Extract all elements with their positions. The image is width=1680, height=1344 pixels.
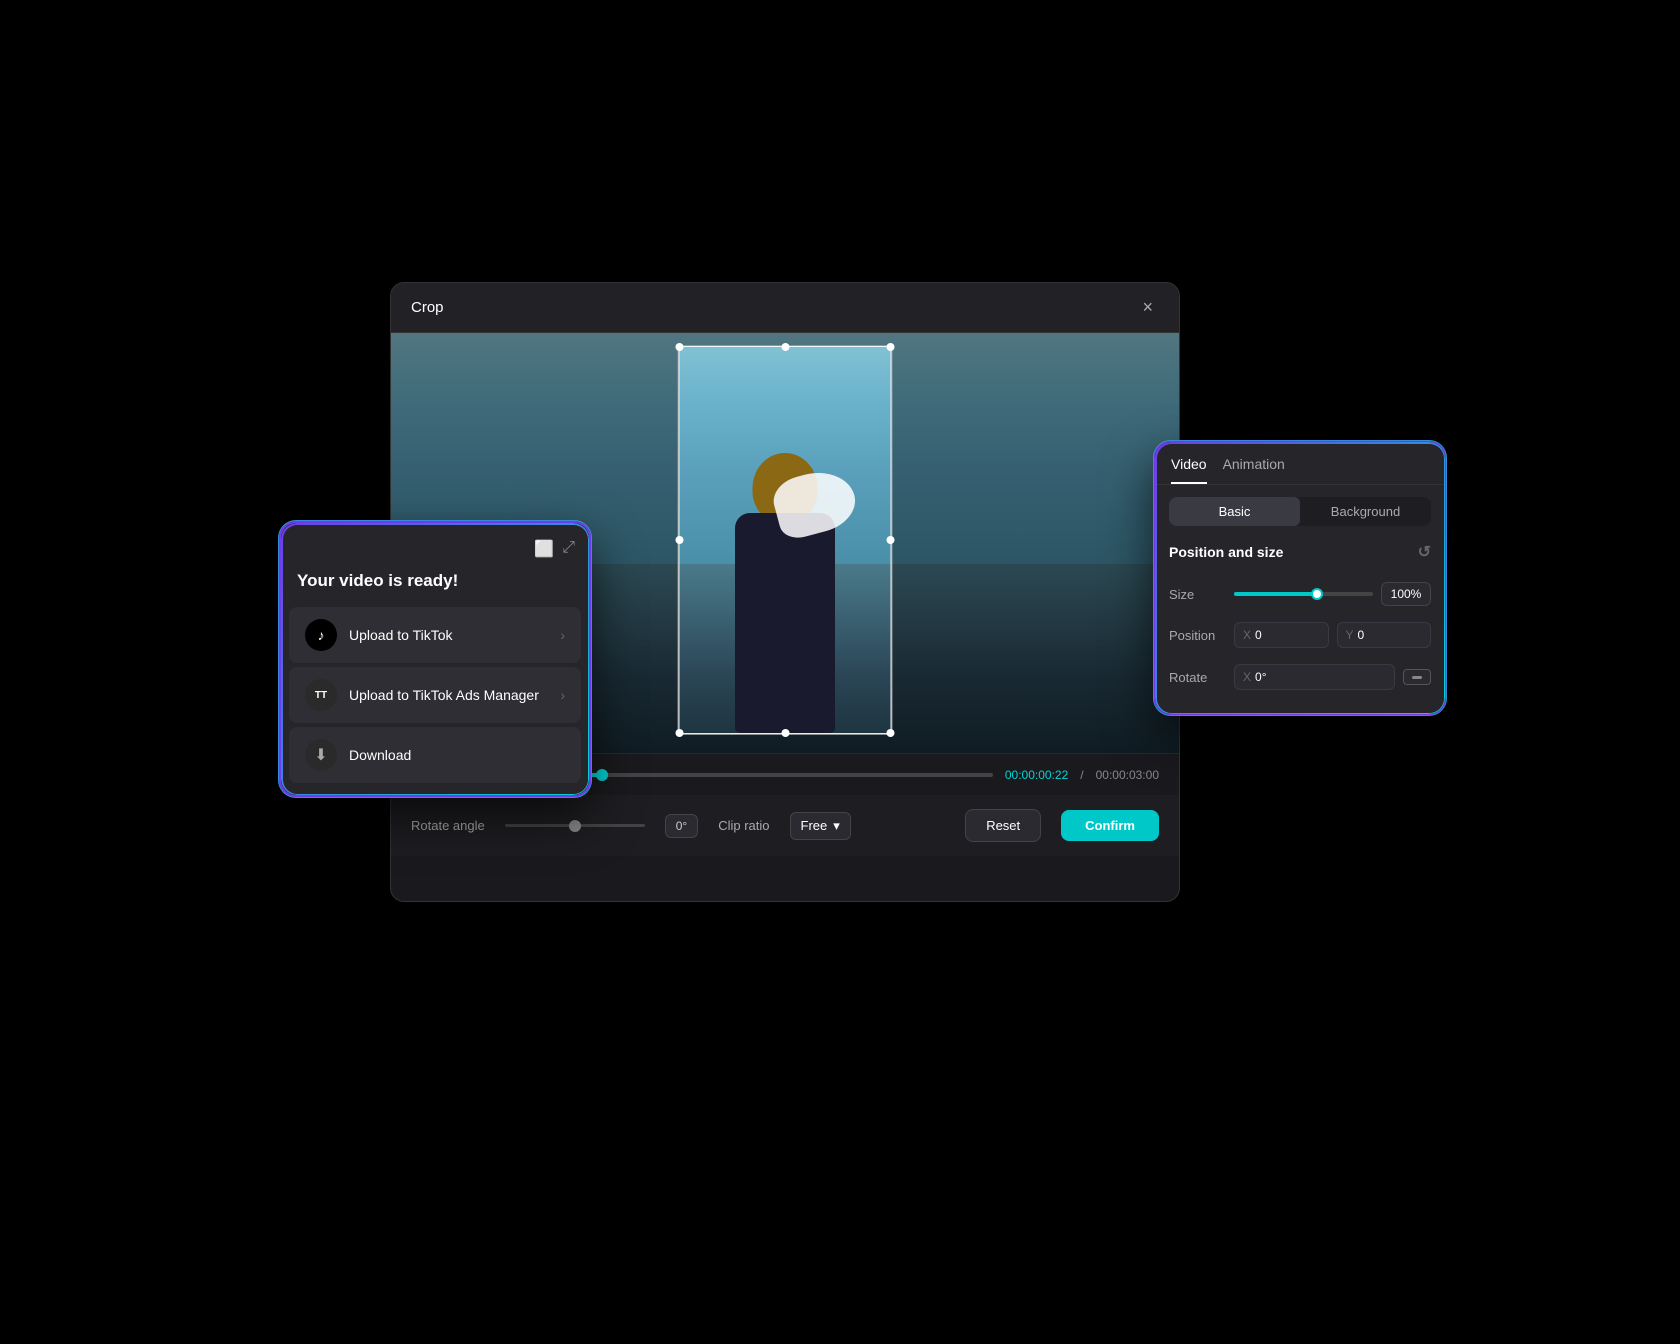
rotate-angle-track[interactable] (505, 824, 645, 827)
upload-tiktok-label: Upload to TikTok (349, 627, 548, 643)
position-size-label: Position and size (1169, 544, 1283, 560)
tab-video[interactable]: Video (1171, 456, 1207, 484)
pos-y-value: 0 (1358, 628, 1365, 642)
chevron-down-icon: ▾ (833, 818, 840, 834)
download-label: Download (349, 747, 565, 763)
crop-overlay[interactable] (678, 345, 893, 735)
rotate-x-field[interactable]: X 0° (1234, 664, 1395, 690)
crop-dialog-title: Crop (411, 299, 444, 316)
rotate-row: Rotate X 0° (1155, 656, 1445, 698)
clip-ratio-dropdown[interactable]: Free ▾ (790, 812, 851, 840)
size-value[interactable]: 100% (1381, 582, 1431, 606)
time-separator: / (1080, 768, 1083, 782)
expand-icon[interactable]: ⤢ (562, 539, 575, 559)
crop-handle-middle-left[interactable] (676, 536, 684, 544)
size-slider-container: 100% (1234, 582, 1431, 606)
rotate-fields: X 0° (1234, 664, 1431, 690)
properties-tabs: Video Animation (1155, 442, 1445, 485)
chevron-right-ads-icon: › (560, 687, 565, 703)
tiktok-icon: ♪ (305, 619, 337, 651)
subtitle-icon[interactable]: ⬜ (534, 539, 554, 559)
time-total: 00:00:03:00 (1096, 768, 1159, 782)
position-x-field[interactable]: X 0 (1234, 622, 1329, 648)
section-background-button[interactable]: Background (1300, 497, 1431, 526)
reset-button[interactable]: Reset (965, 809, 1041, 842)
position-row: Position X 0 Y 0 (1155, 614, 1445, 656)
size-thumb[interactable] (1311, 588, 1323, 600)
crop-handle-bottom-center[interactable] (781, 729, 789, 737)
panel-icons-row: ⬜ ⤢ (281, 539, 589, 567)
crop-handle-top-left[interactable] (676, 343, 684, 351)
video-ready-panel: ⬜ ⤢ Your video is ready! ♪ Upload to Tik… (280, 522, 590, 796)
confirm-button[interactable]: Confirm (1061, 810, 1159, 841)
tab-animation[interactable]: Animation (1223, 456, 1285, 484)
rotate-angle-slider-container (505, 824, 645, 827)
section-buttons: Basic Background (1169, 497, 1431, 526)
tiktok-ads-icon: TT (305, 679, 337, 711)
crop-handle-bottom-left[interactable] (676, 729, 684, 737)
crop-controls: Rotate angle 0° Clip ratio Free ▾ Reset … (391, 795, 1179, 856)
pos-x-label: X (1243, 628, 1251, 642)
upload-tiktok-ads-label: Upload to TikTok Ads Manager (349, 687, 548, 703)
crop-handle-top-center[interactable] (781, 343, 789, 351)
time-current: 00:00:00:22 (1005, 768, 1068, 782)
clip-ratio-label: Clip ratio (718, 818, 769, 833)
position-y-field[interactable]: Y 0 (1337, 622, 1432, 648)
rotate-toggle-inner (1412, 676, 1422, 679)
timeline-thumb[interactable] (596, 769, 608, 781)
close-button[interactable]: × (1136, 295, 1159, 320)
position-size-section: Position and size ↺ (1155, 538, 1445, 574)
download-icon: ⬇ (305, 739, 337, 771)
position-fields: X 0 Y 0 (1234, 622, 1431, 648)
pos-y-label: Y (1346, 628, 1354, 642)
reset-position-icon[interactable]: ↺ (1418, 542, 1431, 562)
rotate-angle-value[interactable]: 0° (665, 814, 698, 838)
crop-handle-top-right[interactable] (887, 343, 895, 351)
clip-ratio-value: Free (801, 818, 828, 833)
size-row: Size 100% (1155, 574, 1445, 614)
size-label: Size (1169, 587, 1224, 602)
upload-tiktok-item[interactable]: ♪ Upload to TikTok › (289, 607, 581, 663)
crop-dialog-header: Crop × (391, 283, 1179, 333)
pos-x-value: 0 (1255, 628, 1262, 642)
crop-handle-bottom-right[interactable] (887, 729, 895, 737)
crop-handle-middle-right[interactable] (887, 536, 895, 544)
download-item[interactable]: ⬇ Download (289, 727, 581, 783)
position-label: Position (1169, 628, 1224, 643)
rotate-link-toggle[interactable] (1403, 669, 1431, 685)
rotate-angle-label: Rotate angle (411, 818, 485, 833)
chevron-right-icon: › (560, 627, 565, 643)
size-progress (1234, 592, 1317, 596)
rotate-x-label: X (1243, 670, 1251, 684)
rotate-label: Rotate (1169, 670, 1224, 685)
video-ready-title: Your video is ready! (281, 567, 589, 607)
properties-panel: Video Animation Basic Background Positio… (1155, 442, 1445, 714)
upload-tiktok-ads-item[interactable]: TT Upload to TikTok Ads Manager › (289, 667, 581, 723)
section-basic-button[interactable]: Basic (1169, 497, 1300, 526)
size-track[interactable] (1234, 592, 1373, 596)
rotate-x-value: 0° (1255, 670, 1266, 684)
rotate-angle-thumb[interactable] (569, 820, 581, 832)
